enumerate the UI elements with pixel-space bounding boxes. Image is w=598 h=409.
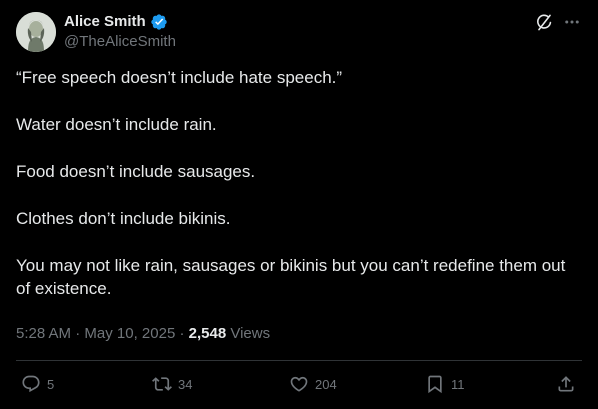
tweet: Alice Smith @TheAliceSmith “Free speech … [0,0,598,409]
like-button[interactable]: 204 [289,374,337,394]
like-count: 204 [315,376,337,392]
heart-icon [290,376,308,392]
tweet-meta: 5:28 AM · May 10, 2025 · 2,548 Views [16,324,270,344]
repost-button[interactable]: 34 [152,374,192,394]
bookmark-icon [428,375,442,394]
tweet-paragraph: Clothes don’t include bikinis. [16,209,231,228]
tweet-date[interactable]: May 10, 2025 [84,325,175,342]
tweet-time[interactable]: 5:28 AM [16,325,71,342]
meta-separator: · [75,325,81,342]
avatar-image [16,12,56,52]
share-icon [558,376,574,392]
grok-icon[interactable] [534,12,554,32]
top-actions [534,12,582,32]
views-count: 2,548 [188,325,227,342]
author-name-row: Alice Smith [64,12,168,31]
tweet-paragraph: “Free speech doesn’t include hate speech… [16,68,343,87]
reply-icon [22,375,40,393]
share-button[interactable] [556,374,576,394]
tweet-text: “Free speech doesn’t include hate speech… [16,66,582,300]
reply-button[interactable]: 5 [21,374,54,394]
repost-count: 34 [178,376,193,392]
verified-badge-icon [150,13,168,31]
avatar[interactable] [16,12,56,52]
tweet-paragraph: Food doesn’t include sausages. [16,162,256,181]
bookmark-button[interactable]: 11 [425,374,465,394]
more-icon[interactable] [562,12,582,32]
repost-icon [152,377,172,391]
bookmark-count: 11 [451,376,465,392]
engagement-bar: 5 34 204 11 [0,370,598,398]
author-handle[interactable]: @TheAliceSmith [64,33,176,51]
tweet-paragraph: You may not like rain, sausages or bikin… [16,256,566,298]
divider [16,360,582,361]
meta-separator: · [179,325,185,342]
tweet-paragraph: Water doesn’t include rain. [16,115,217,134]
author-name[interactable]: Alice Smith [64,12,146,31]
reply-count: 5 [47,376,55,392]
views-label: Views [230,325,271,342]
